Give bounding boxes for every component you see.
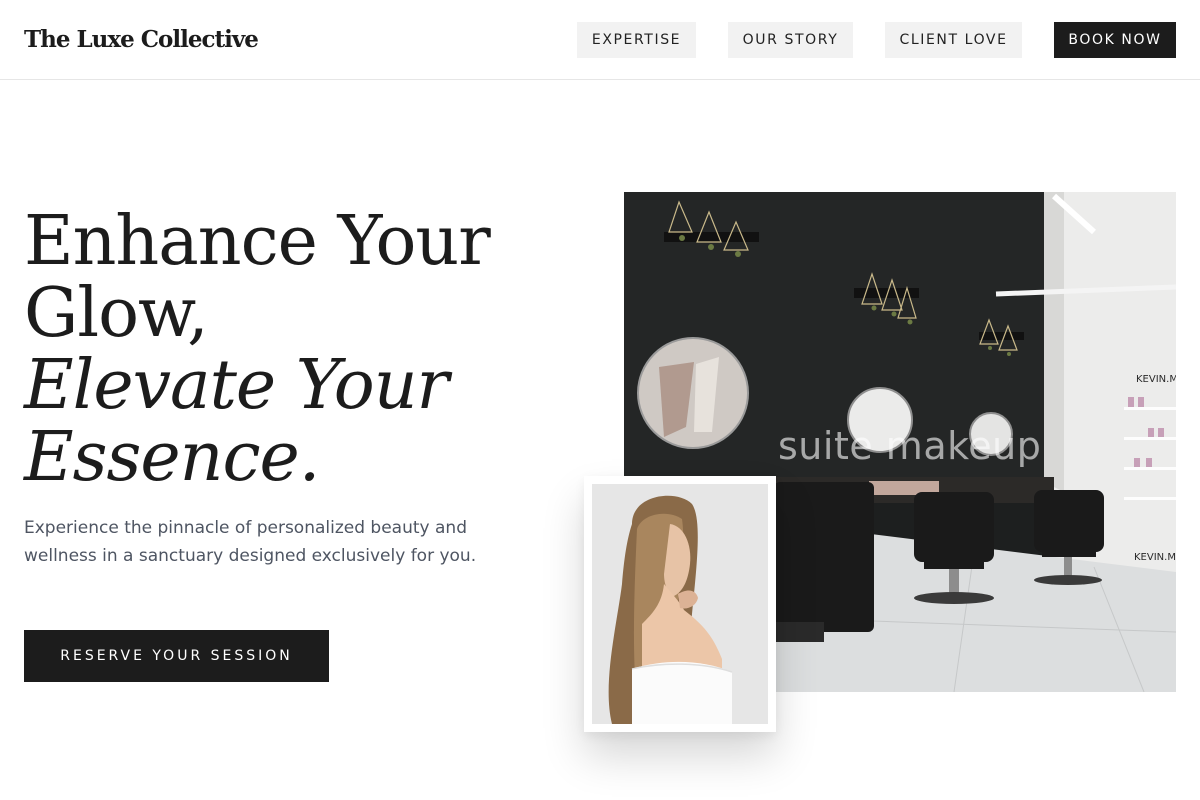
- nav-client-love[interactable]: CLIENT LOVE: [885, 22, 1022, 58]
- model-illustration: [592, 484, 768, 724]
- book-now-button[interactable]: BOOK NOW: [1054, 22, 1176, 58]
- portrait-card: [584, 476, 776, 732]
- model-portrait-image: [592, 484, 768, 724]
- headline-line-2: Glow,: [24, 274, 209, 353]
- svg-text:KEVIN.M: KEVIN.M: [1134, 552, 1176, 563]
- hero-description: Experience the pinnacle of personalized …: [24, 518, 477, 566]
- headline-line-4: Essence.: [24, 418, 320, 497]
- image-watermark: suite makeup: [778, 424, 1042, 468]
- site-header: The Luxe Collective EXPERTISE OUR STORY …: [0, 0, 1200, 80]
- hero-headline: Enhance Your Glow, Elevate Your Essence.: [24, 206, 544, 494]
- headline-line-3: Elevate Your: [24, 346, 449, 425]
- nav-our-story[interactable]: OUR STORY: [728, 22, 853, 58]
- svg-text:KEVIN.M: KEVIN.M: [1136, 374, 1176, 385]
- sign-bottom: KEVIN.M: [1134, 552, 1176, 563]
- nav-expertise[interactable]: EXPERTISE: [577, 22, 696, 58]
- brand-logo[interactable]: The Luxe Collective: [24, 24, 259, 56]
- headline-line-1: Enhance Your: [24, 202, 491, 281]
- reserve-session-button[interactable]: RESERVE YOUR SESSION: [24, 630, 329, 682]
- sign-top: KEVIN.M: [1136, 374, 1176, 385]
